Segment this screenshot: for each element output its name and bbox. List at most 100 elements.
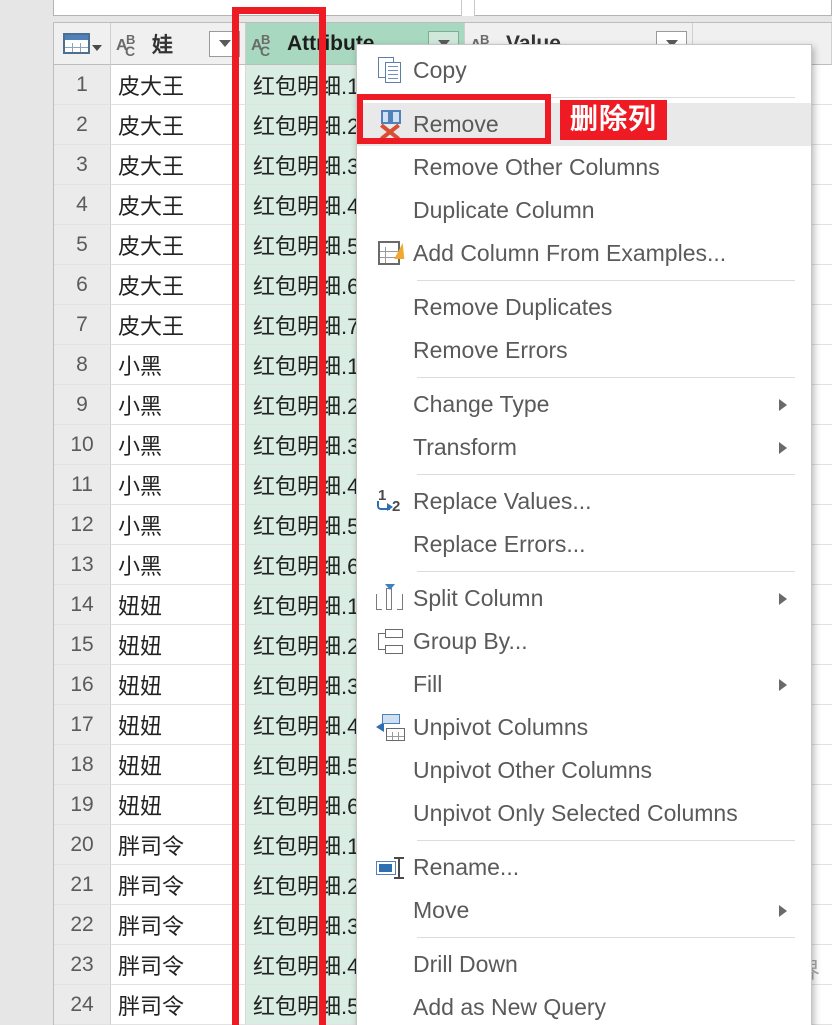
row-number[interactable]: 13: [54, 545, 111, 585]
cell-name[interactable]: 皮大王: [111, 225, 246, 265]
row-number[interactable]: 2: [54, 105, 111, 145]
menu-item-label: Drill Down: [413, 951, 518, 977]
select-all-header[interactable]: [54, 23, 111, 65]
rename-icon: [369, 851, 413, 885]
menu-item-copy[interactable]: Copy: [357, 49, 811, 92]
cell-name[interactable]: 胖司令: [111, 945, 246, 985]
menu-item-unpivot-columns[interactable]: Unpivot Columns: [357, 706, 811, 749]
row-number[interactable]: 3: [54, 145, 111, 185]
row-number[interactable]: 22: [54, 905, 111, 945]
row-number[interactable]: 23: [54, 945, 111, 985]
menu-item-rename[interactable]: Rename...: [357, 846, 811, 889]
menu-item-group-by[interactable]: Group By...: [357, 620, 811, 663]
row-number[interactable]: 7: [54, 305, 111, 345]
menu-item-label: Remove Other Columns: [413, 154, 660, 180]
cell-name[interactable]: 妞妞: [111, 785, 246, 825]
abc-text-icon: ABC: [116, 31, 136, 59]
row-number[interactable]: 20: [54, 825, 111, 865]
menu-item-split-column[interactable]: Split Column: [357, 577, 811, 620]
cell-name[interactable]: 小黑: [111, 505, 246, 545]
row-number[interactable]: 9: [54, 385, 111, 425]
cell-name[interactable]: 妞妞: [111, 705, 246, 745]
row-number[interactable]: 24: [54, 985, 111, 1025]
row-number[interactable]: 10: [54, 425, 111, 465]
menu-item-change-type[interactable]: Change Type: [357, 383, 811, 426]
cell-name[interactable]: 胖司令: [111, 865, 246, 905]
menu-item-duplicate-column[interactable]: Duplicate Column: [357, 189, 811, 232]
formula-bar-strip: [0, 0, 832, 19]
cell-name[interactable]: 小黑: [111, 345, 246, 385]
menu-item-replace-errors[interactable]: Replace Errors...: [357, 523, 811, 566]
menu-item-move[interactable]: Move: [357, 889, 811, 932]
menu-separator: [417, 937, 795, 938]
column-header-name[interactable]: ABC 娃: [111, 23, 246, 65]
row-number[interactable]: 15: [54, 625, 111, 665]
row-number[interactable]: 16: [54, 665, 111, 705]
cell-name[interactable]: 皮大王: [111, 145, 246, 185]
cell-name[interactable]: 皮大王: [111, 305, 246, 345]
cell-name[interactable]: 皮大王: [111, 105, 246, 145]
cell-name[interactable]: 小黑: [111, 545, 246, 585]
row-number[interactable]: 4: [54, 185, 111, 225]
menu-item-label: Unpivot Other Columns: [413, 757, 653, 783]
row-number[interactable]: 8: [54, 345, 111, 385]
annotation-delete-column: 删除列: [560, 100, 668, 141]
cell-name[interactable]: 妞妞: [111, 585, 246, 625]
cell-name[interactable]: 胖司令: [111, 905, 246, 945]
row-number[interactable]: 14: [54, 585, 111, 625]
cell-name[interactable]: 皮大王: [111, 65, 246, 105]
cell-name[interactable]: 小黑: [111, 385, 246, 425]
cell-name[interactable]: 胖司令: [111, 825, 246, 865]
menu-item-remove-errors[interactable]: Remove Errors: [357, 329, 811, 372]
power-query-editor-screen: ABC 娃 ABC Attribute ABC: [0, 0, 832, 1025]
cell-name[interactable]: 妞妞: [111, 665, 246, 705]
row-number[interactable]: 18: [54, 745, 111, 785]
menu-item-label: Transform: [413, 434, 517, 460]
menu-item-remove-duplicates[interactable]: Remove Duplicates: [357, 286, 811, 329]
menu-item-icon-slot: [369, 528, 413, 562]
cell-name[interactable]: 小黑: [111, 425, 246, 465]
menu-item-replace-values[interactable]: 1 2 Replace Values...: [357, 480, 811, 523]
menu-item-transform[interactable]: Transform: [357, 426, 811, 469]
menu-item-unpivot-only-selected-columns[interactable]: Unpivot Only Selected Columns: [357, 792, 811, 835]
menu-item-unpivot-other-columns[interactable]: Unpivot Other Columns: [357, 749, 811, 792]
row-number[interactable]: 11: [54, 465, 111, 505]
row-number[interactable]: 1: [54, 65, 111, 105]
menu-item-label: Remove: [413, 111, 499, 137]
column-context-menu[interactable]: Copy Remove Remove Other Columns Duplicate …: [356, 44, 812, 1025]
menu-item-fill[interactable]: Fill: [357, 663, 811, 706]
row-number[interactable]: 21: [54, 865, 111, 905]
cell-name[interactable]: 皮大王: [111, 185, 246, 225]
menu-item-label: Unpivot Only Selected Columns: [413, 800, 738, 826]
cell-name[interactable]: 妞妞: [111, 745, 246, 785]
menu-item-label: Add as New Query: [413, 994, 607, 1020]
submenu-arrow-icon: [779, 441, 787, 454]
menu-item-drill-down[interactable]: Drill Down: [357, 943, 811, 986]
row-number[interactable]: 6: [54, 265, 111, 305]
cell-name[interactable]: 皮大王: [111, 265, 246, 305]
cell-name[interactable]: 小黑: [111, 465, 246, 505]
cell-name[interactable]: 胖司令: [111, 985, 246, 1025]
chevron-down-icon: [91, 45, 102, 51]
menu-item-icon-slot: [369, 291, 413, 325]
menu-item-label: Fill: [413, 671, 443, 697]
submenu-arrow-icon: [779, 904, 787, 917]
row-number[interactable]: 19: [54, 785, 111, 825]
menu-item-icon-slot: [369, 194, 413, 228]
menu-item-label: Remove Duplicates: [413, 294, 613, 320]
row-number[interactable]: 17: [54, 705, 111, 745]
cell-name[interactable]: 妞妞: [111, 625, 246, 665]
row-number[interactable]: 5: [54, 225, 111, 265]
split-icon: [369, 582, 413, 616]
row-number[interactable]: 12: [54, 505, 111, 545]
menu-item-add-as-new-query[interactable]: Add as New Query: [357, 986, 811, 1025]
menu-item-remove-other-columns[interactable]: Remove Other Columns: [357, 146, 811, 189]
filter-button-name[interactable]: [209, 30, 240, 57]
menu-item-icon-slot: [369, 151, 413, 185]
formula-bar-resize-handle[interactable]: [461, 0, 475, 16]
abc-text-icon: ABC: [251, 31, 271, 59]
formula-input[interactable]: [53, 0, 832, 16]
menu-item-label: Replace Errors...: [413, 531, 586, 557]
menu-item-add-column-from-examples[interactable]: Add Column From Examples...: [357, 232, 811, 275]
menu-item-label: Move: [413, 897, 470, 923]
